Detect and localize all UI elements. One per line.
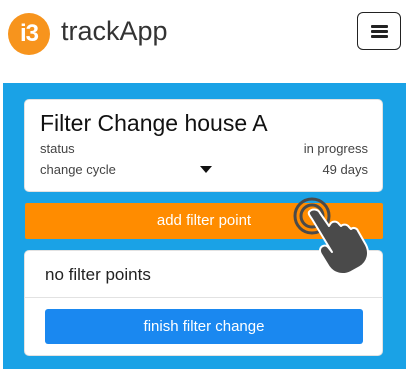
status-value: in progress <box>303 141 368 156</box>
change-cycle-value: 49 days <box>322 162 368 177</box>
app-name: trackApp <box>61 16 168 46</box>
no-filter-points-text: no filter points <box>45 265 151 284</box>
logo-text: i3 <box>19 20 39 47</box>
tap-hand-icon <box>293 197 369 276</box>
status-label: status <box>40 141 75 156</box>
change-cycle-label: change cycle <box>40 162 116 177</box>
filter-change-card: Filter Change house A status in progress… <box>24 99 383 192</box>
finish-filter-change-button[interactable]: finish filter change <box>45 309 363 344</box>
filter-change-title: Filter Change house A <box>40 110 268 136</box>
divider <box>25 297 382 298</box>
hamburger-icon <box>371 25 388 38</box>
caret-down-icon[interactable] <box>200 166 212 173</box>
app-header: i3 trackApp <box>0 0 409 62</box>
menu-button[interactable] <box>357 12 401 50</box>
app-logo: i3 <box>8 13 50 55</box>
